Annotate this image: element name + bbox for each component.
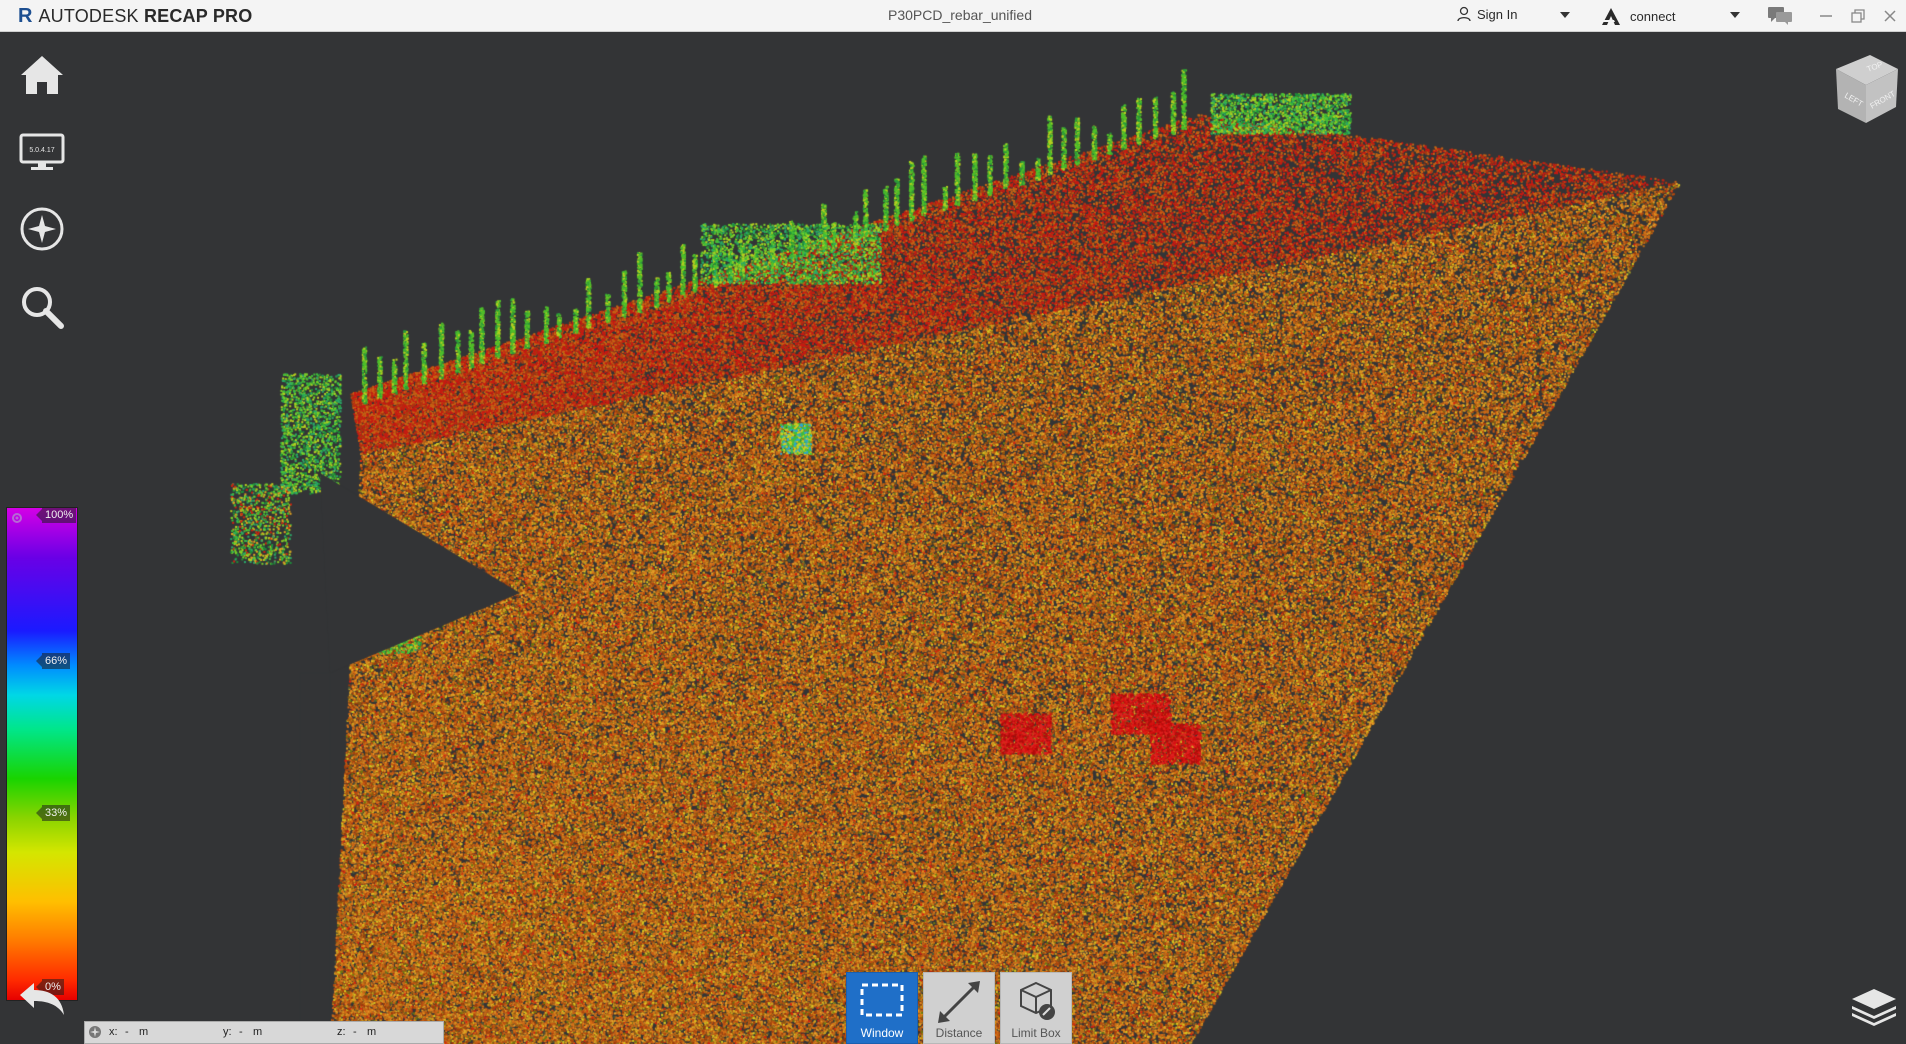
user-icon xyxy=(1457,6,1471,22)
coord-y-label: y: xyxy=(223,1026,232,1038)
coordinate-settings-icon[interactable] xyxy=(88,1025,102,1039)
viewcube[interactable]: TOP LEFT FRONT xyxy=(1826,47,1904,133)
connect-button[interactable]: connect xyxy=(1600,6,1676,26)
coord-x-unit: m xyxy=(139,1026,149,1038)
connect-label: connect xyxy=(1630,8,1676,24)
scale-tick-33[interactable]: 33% xyxy=(35,805,71,821)
window-select-icon xyxy=(860,983,904,1017)
app-brand-name: AUTODESK RECAP PRO xyxy=(38,6,252,27)
title-bar: R AUTODESK RECAP PRO P30PCD_rebar_unifie… xyxy=(0,0,1906,32)
layers-button[interactable] xyxy=(1850,987,1898,1032)
limit-box-button[interactable]: Limit Box xyxy=(1000,972,1072,1044)
coord-z-value: - xyxy=(353,1026,357,1038)
point-cloud-viewport[interactable]: 5.0.4.17 100% 66% 33% 0% x: - m y: - m z… xyxy=(0,33,1906,1044)
document-title: P30PCD_rebar_unified xyxy=(888,7,1032,23)
minimize-icon[interactable] xyxy=(1811,4,1841,28)
limit-box-label: Limit Box xyxy=(1011,1026,1061,1040)
coord-z-label: z: xyxy=(337,1026,346,1038)
color-scale[interactable]: 100% 66% 33% 0% xyxy=(6,507,78,1001)
coordinates-bar: x: - m y: - m z: - m xyxy=(84,1021,444,1044)
scale-tick-66[interactable]: 66% xyxy=(35,653,71,669)
feedback-chat-icon[interactable] xyxy=(1767,6,1793,31)
point-cloud-render[interactable] xyxy=(0,33,1906,1044)
coord-z-unit: m xyxy=(367,1026,377,1038)
coord-y-value: - xyxy=(239,1026,243,1038)
color-scale-gradient xyxy=(6,507,78,1001)
close-icon[interactable] xyxy=(1875,4,1905,28)
restore-icon[interactable] xyxy=(1843,4,1873,28)
brand-recap-pro: RECAP PRO xyxy=(143,5,253,26)
recap-logo-letter: R xyxy=(18,4,33,27)
compass-icon xyxy=(20,207,64,251)
layers-icon xyxy=(1852,989,1896,1026)
version-text: 5.0.4.17 xyxy=(29,147,54,154)
home-button[interactable] xyxy=(14,47,70,103)
coord-x-label: x: xyxy=(109,1026,118,1038)
gear-icon[interactable] xyxy=(10,511,24,525)
window-select-button[interactable]: Window xyxy=(846,972,918,1044)
distance-icon xyxy=(938,981,980,1023)
monitor-icon: 5.0.4.17 xyxy=(19,133,65,170)
navigation-button[interactable] xyxy=(14,201,70,257)
search-icon xyxy=(22,287,64,329)
zoom-button[interactable] xyxy=(14,279,70,335)
recap-app-window: R AUTODESK RECAP PRO P30PCD_rebar_unifie… xyxy=(0,0,1906,1044)
display-settings-button[interactable]: 5.0.4.17 xyxy=(14,125,70,181)
distance-label: Distance xyxy=(935,1026,983,1040)
coord-x-value: - xyxy=(125,1026,129,1038)
sign-in-label: Sign In xyxy=(1477,6,1518,22)
autodesk-a-icon xyxy=(1602,8,1620,25)
home-icon xyxy=(21,56,63,94)
undo-arrow-icon xyxy=(20,983,64,1015)
coord-y-unit: m xyxy=(253,1026,263,1038)
window-label: Window xyxy=(860,1026,904,1040)
brand-autodesk: AUTODESK xyxy=(38,5,139,26)
scale-tick-100[interactable]: 100% xyxy=(35,507,77,523)
app-logo: R AUTODESK RECAP PRO xyxy=(18,5,252,27)
distance-button[interactable]: Distance xyxy=(923,972,995,1044)
limit-box-icon xyxy=(1020,981,1055,1020)
undo-button[interactable] xyxy=(16,979,68,1024)
sign-in-dropdown-icon[interactable] xyxy=(1560,12,1570,18)
sign-in-button[interactable]: Sign In xyxy=(1457,6,1517,22)
connect-dropdown-icon[interactable] xyxy=(1730,12,1740,18)
